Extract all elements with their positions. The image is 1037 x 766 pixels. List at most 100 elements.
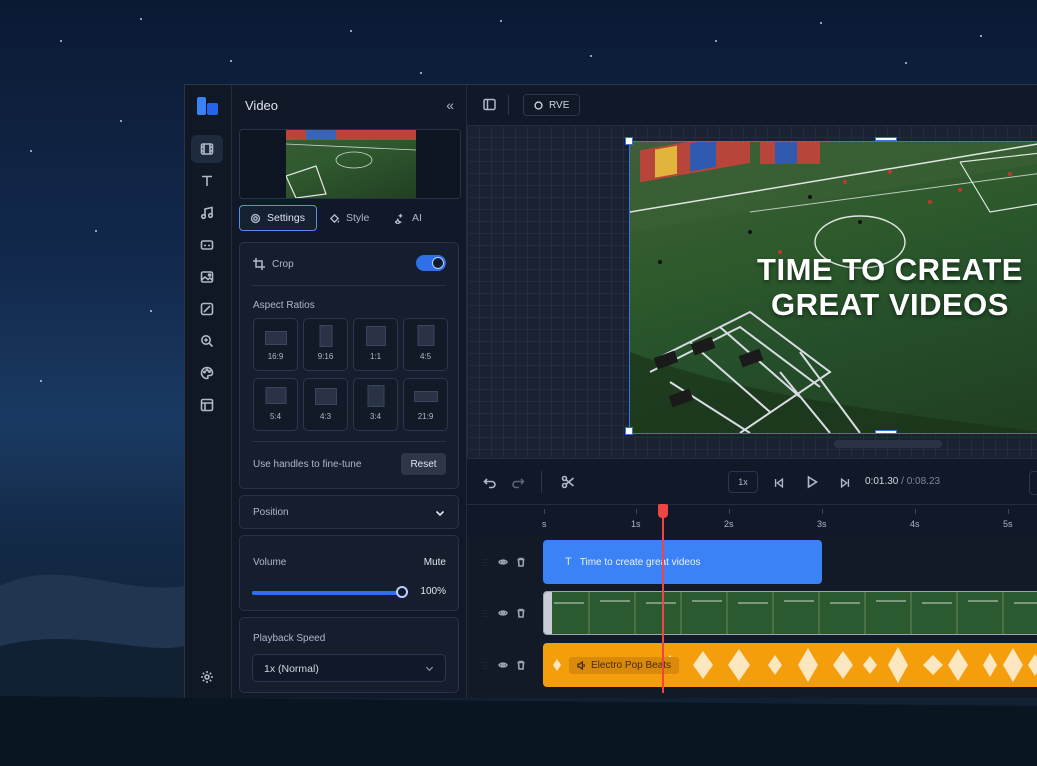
chevron-down-icon (425, 666, 434, 672)
captions-icon (200, 240, 214, 250)
properties-panel: Video « Settings Style AI Crop Aspect Ra… (232, 85, 467, 698)
aspect-ratio-label: 1:1 (369, 352, 382, 361)
playhead-handle[interactable] (658, 504, 668, 518)
ruler-tick: 2s (724, 519, 734, 529)
video-clip[interactable] (543, 591, 1037, 635)
rail-zoom-button[interactable] (191, 327, 223, 355)
tab-settings-label: Settings (267, 212, 305, 224)
resize-handle-bottom[interactable] (875, 430, 897, 434)
position-card[interactable]: Position (239, 495, 459, 529)
project-name-button[interactable]: RVE (523, 94, 581, 116)
rail-video-button[interactable] (191, 135, 223, 163)
visibility-icon[interactable] (498, 608, 508, 618)
play-button[interactable] (805, 475, 819, 489)
audio-clip[interactable]: Electro Pop Beats (543, 643, 1037, 687)
caption-line-2: GREAT VIDEOS (771, 287, 1009, 322)
ruler-tick: 3s (817, 519, 827, 529)
text-clip-label: Time to create great videos (579, 556, 701, 568)
trash-icon[interactable] (516, 557, 526, 567)
redo-button[interactable] (511, 475, 525, 489)
tab-style[interactable]: Style (319, 205, 383, 231)
skip-back-icon (774, 477, 784, 489)
volume-slider-fill (252, 591, 402, 595)
ruler-tick: s (542, 519, 547, 529)
aspect-ratio-label: 4:5 (419, 352, 432, 361)
rail-template-button[interactable] (191, 391, 223, 419)
palette-icon (200, 366, 214, 380)
split-button[interactable] (561, 475, 575, 489)
rail-sticker-button[interactable] (191, 295, 223, 323)
drag-handle-icon[interactable] (480, 557, 490, 567)
visibility-icon[interactable] (498, 660, 508, 670)
project-name: RVE (549, 99, 570, 111)
aspect-ratio-21-9[interactable]: 21:9 (403, 378, 448, 431)
timeline-tracks: T Time to create great videos Electro Po… (467, 536, 1037, 698)
crop-card: Crop Aspect Ratios 16:9 9:16 1:1 4:5 5:4… (239, 242, 459, 489)
zoom-control[interactable] (1029, 471, 1037, 495)
collapse-panel-icon[interactable]: « (446, 97, 454, 113)
text-clip[interactable]: T Time to create great videos (543, 540, 822, 584)
playback-speed-label: Playback Speed (253, 633, 326, 644)
rail-captions-button[interactable] (191, 231, 223, 259)
playback-speed-select[interactable]: 1x (Normal) (252, 654, 446, 682)
volume-slider-knob[interactable] (396, 586, 408, 598)
aspect-ratio-4-3[interactable]: 4:3 (303, 378, 348, 431)
aspect-ratio-label: 5:4 (269, 412, 282, 421)
aspect-ratios-title: Aspect Ratios (253, 300, 315, 311)
editor-topbar: RVE (467, 85, 1037, 126)
fine-tune-hint: Use handles to fine-tune (253, 459, 362, 470)
reset-button[interactable]: Reset (401, 453, 446, 475)
resize-handle-bottom-left[interactable] (625, 427, 633, 435)
tab-settings[interactable]: Settings (239, 205, 317, 231)
drag-handle-icon[interactable] (480, 660, 490, 670)
app-logo-icon (197, 97, 218, 115)
panel-tabs: Settings Style AI (239, 205, 459, 233)
playback-speed-card: Playback Speed 1x (Normal) (239, 617, 459, 693)
skip-forward-button[interactable] (839, 476, 853, 490)
rail-color-button[interactable] (191, 359, 223, 387)
drag-handle-icon[interactable] (480, 608, 490, 618)
rail-image-button[interactable] (191, 263, 223, 291)
undo-button[interactable] (483, 475, 497, 489)
circle-icon (534, 100, 543, 110)
rail-settings-button[interactable] (191, 663, 223, 691)
resize-handle-top-left[interactable] (625, 137, 633, 145)
text-icon (202, 175, 212, 186)
mute-button[interactable]: Mute (424, 557, 446, 568)
sparkles-icon (395, 213, 403, 224)
sidebar-toggle-icon[interactable] (483, 98, 496, 111)
resize-handle-top[interactable] (875, 137, 897, 141)
crop-toggle[interactable] (416, 255, 446, 271)
aspect-ratio-1-1[interactable]: 1:1 (353, 318, 398, 371)
crop-icon (253, 258, 265, 270)
ruler-tick: 1s (631, 519, 641, 529)
playback-controls: 1x 0:01.30 / 0:08.23 (467, 458, 1037, 505)
speed-button[interactable]: 1x (728, 471, 758, 493)
track-controls-video (467, 588, 542, 638)
aspect-ratio-4-5[interactable]: 4:5 (403, 318, 448, 371)
preview-scrollbar[interactable] (834, 440, 942, 448)
playhead[interactable] (658, 504, 668, 693)
rail-audio-button[interactable] (191, 199, 223, 227)
visibility-icon[interactable] (498, 557, 508, 567)
tab-ai-label: AI (412, 212, 422, 224)
skip-forward-icon (840, 477, 850, 489)
timeline-ruler[interactable]: s 1s 2s 3s 4s 5s (467, 504, 1037, 538)
aspect-ratio-3-4[interactable]: 3:4 (353, 378, 398, 431)
playback-speed-value: 1x (Normal) (264, 663, 319, 675)
skip-back-button[interactable] (773, 476, 787, 490)
video-preview[interactable]: TIME TO CREATE GREAT VIDEOS (629, 141, 1037, 434)
aspect-ratio-16-9[interactable]: 16:9 (253, 318, 298, 371)
tab-ai[interactable]: AI (385, 205, 435, 231)
video-caption[interactable]: TIME TO CREATE GREAT VIDEOS (730, 252, 1037, 322)
trash-icon[interactable] (516, 660, 526, 670)
thumbnail-image (285, 130, 417, 199)
aspect-ratio-label: 9:16 (317, 352, 334, 361)
volume-slider[interactable] (252, 586, 408, 598)
trash-icon[interactable] (516, 608, 526, 618)
video-editor-window: Video « Settings Style AI Crop Aspect Ra… (184, 84, 1037, 698)
rail-text-button[interactable] (191, 167, 223, 195)
aspect-ratio-9-16[interactable]: 9:16 (303, 318, 348, 371)
aspect-ratio-5-4[interactable]: 5:4 (253, 378, 298, 431)
panel-title: Video (245, 98, 279, 113)
